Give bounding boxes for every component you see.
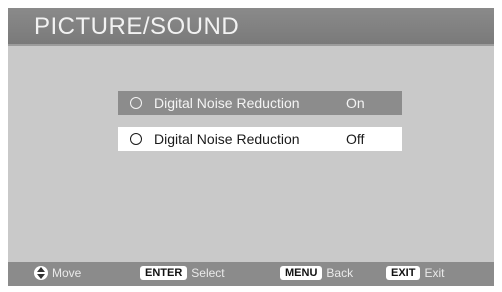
option-label: Digital Noise Reduction bbox=[154, 95, 300, 111]
option-noise-reduction-off[interactable]: Digital Noise Reduction Off bbox=[118, 127, 402, 151]
enter-key-badge: ENTER bbox=[140, 266, 188, 280]
option-noise-reduction-on[interactable]: Digital Noise Reduction On bbox=[118, 91, 402, 115]
option-value: On bbox=[346, 95, 365, 111]
hint-enter: ENTER Select bbox=[140, 266, 225, 280]
option-list: Digital Noise Reduction On Digital Noise… bbox=[118, 91, 402, 163]
osd-screen: PICTURE/SOUND Digital Noise Reduction On… bbox=[8, 8, 494, 286]
title-bar: PICTURE/SOUND bbox=[8, 8, 494, 46]
hint-enter-label: Select bbox=[191, 266, 225, 280]
radio-icon bbox=[130, 97, 142, 109]
exit-key-badge: EXIT bbox=[386, 266, 421, 280]
hint-move-label: Move bbox=[52, 266, 82, 280]
hint-menu: MENU Back bbox=[280, 266, 353, 280]
menu-title: PICTURE/SOUND bbox=[34, 13, 240, 40]
hint-menu-label: Back bbox=[326, 266, 354, 280]
up-down-arrow-icon bbox=[34, 266, 48, 280]
footer-hints: Move ENTER Select MENU Back EXIT Exit bbox=[8, 262, 494, 286]
option-value: Off bbox=[346, 131, 365, 147]
hint-exit: EXIT Exit bbox=[386, 266, 444, 280]
hint-exit-label: Exit bbox=[424, 266, 445, 280]
radio-icon bbox=[130, 133, 142, 145]
menu-key-badge: MENU bbox=[280, 266, 323, 280]
hint-move: Move bbox=[34, 266, 81, 280]
option-label: Digital Noise Reduction bbox=[154, 131, 300, 147]
